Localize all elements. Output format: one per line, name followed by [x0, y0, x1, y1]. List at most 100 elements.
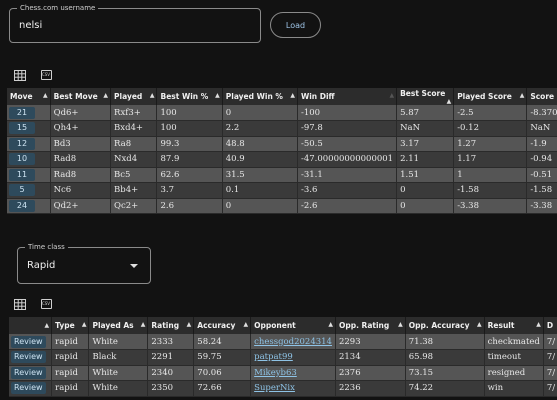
table-cell: Bc5: [110, 167, 158, 183]
sort-arrow-icon[interactable]: ▲: [43, 92, 48, 99]
column-header[interactable]: Win Diff ▲: [297, 88, 398, 105]
sort-arrow-icon[interactable]: ▲: [536, 321, 541, 328]
sort-arrow-icon[interactable]: ▲: [45, 322, 50, 329]
table-cell: -97.8: [297, 120, 398, 137]
chevron-down-icon: [130, 264, 138, 268]
column-header-label: Win Diff: [300, 92, 335, 101]
column-header[interactable]: Played Win % ▲: [222, 88, 298, 105]
table-cell: 72.66: [193, 380, 252, 397]
sort-arrow-icon[interactable]: ▲: [398, 321, 403, 328]
table-cell: 40.9: [222, 151, 298, 168]
column-header[interactable]: Played ▲: [110, 88, 158, 105]
table-cell: 74.22: [405, 380, 485, 397]
sort-arrow-icon[interactable]: ▲: [150, 92, 155, 99]
review-button[interactable]: Review: [11, 382, 46, 395]
move-number-button[interactable]: 24: [9, 199, 35, 212]
table-cell: 59.75: [193, 349, 252, 366]
table-cell: -2.5: [453, 105, 528, 121]
table-cell: 0.1: [222, 182, 298, 199]
username-field[interactable]: Chess.com username nelsi: [9, 3, 261, 43]
column-header[interactable]: Best Win % ▲: [156, 88, 223, 105]
table-cell: -0.94: [526, 151, 557, 168]
opponent-link[interactable]: SuperNix: [254, 383, 295, 393]
column-header[interactable]: Played Score ▲: [453, 88, 528, 105]
column-header[interactable]: Score▲: [526, 88, 557, 105]
column-header[interactable]: Opponent ▲: [250, 317, 336, 334]
sort-arrow-icon[interactable]: ▲: [389, 92, 394, 99]
time-class-select[interactable]: Time class Rapid: [17, 242, 151, 284]
table-cell: patpat99: [250, 349, 336, 366]
column-header-label: Type: [55, 321, 75, 330]
column-header[interactable]: ▲: [9, 317, 53, 334]
column-header[interactable]: Played As ▲: [88, 317, 149, 334]
column-header[interactable]: Best Move ▲: [50, 88, 112, 105]
table-cell: 1.27: [453, 136, 528, 152]
csv-export-icon[interactable]: CSV: [39, 298, 53, 310]
table-cell: SuperNix: [250, 380, 336, 397]
table-cell: -1.9: [526, 136, 557, 152]
sort-arrow-icon[interactable]: ▲: [141, 321, 146, 328]
sort-arrow-icon[interactable]: ▲: [447, 98, 452, 105]
table-cell: 71.38: [405, 334, 485, 350]
table-cell: Nc6: [50, 182, 112, 199]
sort-arrow-icon[interactable]: ▲: [290, 92, 295, 99]
table-icon[interactable]: [13, 69, 27, 81]
table-cell: 70.06: [193, 365, 252, 381]
move-number-button[interactable]: 10: [9, 153, 35, 166]
table-cell: 99.3: [156, 136, 223, 152]
column-header[interactable]: Move ▲: [7, 88, 51, 105]
column-header-label: Played Score: [457, 92, 512, 101]
column-header[interactable]: Type ▲: [51, 317, 90, 334]
table-cell: 0: [222, 105, 298, 121]
table-cell: 10: [7, 151, 51, 168]
sort-arrow-icon[interactable]: ▲: [82, 321, 87, 328]
table-cell: Qh4+: [50, 120, 112, 137]
column-header[interactable]: Result ▲: [484, 317, 544, 334]
sort-arrow-icon[interactable]: ▲: [477, 321, 482, 328]
table-cell: 12: [7, 136, 51, 152]
review-button[interactable]: Review: [11, 351, 46, 364]
sort-arrow-icon[interactable]: ▲: [187, 321, 192, 328]
opponent-link[interactable]: patpat99: [254, 352, 293, 362]
moves-toolbar: CSV: [13, 69, 53, 81]
table-row: 21 Qd6+Rxf3+1000-1005.87-2.5-8.3700: [7, 105, 557, 121]
sort-arrow-icon[interactable]: ▲: [103, 92, 108, 99]
table-row: 5 Nc6 Bb4+ 3.7 0.1 -3.6 0 -1.58 -1.58: [7, 182, 557, 199]
csv-export-icon[interactable]: CSV: [39, 69, 53, 81]
sort-arrow-icon[interactable]: ▲: [328, 321, 333, 328]
table-cell: 87.9: [156, 151, 223, 168]
move-number-button[interactable]: 15: [9, 122, 35, 135]
username-input[interactable]: nelsi: [19, 20, 42, 31]
move-number-button[interactable]: 11: [9, 168, 35, 181]
column-header[interactable]: D: [543, 317, 557, 334]
table-cell: 7/: [543, 380, 557, 397]
column-header-label: Move: [10, 92, 33, 101]
review-button[interactable]: Review: [11, 335, 46, 348]
column-header-label: Best Move: [53, 92, 98, 101]
table-cell: 11: [7, 167, 51, 183]
table-cell: Review: [9, 365, 53, 381]
column-header[interactable]: Opp. Rating ▲: [335, 317, 406, 334]
column-header[interactable]: Rating ▲: [147, 317, 195, 334]
load-button[interactable]: Load: [270, 12, 321, 38]
column-header[interactable]: Opp. Accuracy ▲: [405, 317, 485, 334]
sort-arrow-icon[interactable]: ▲: [520, 92, 525, 99]
table-cell: 2.2: [222, 120, 298, 137]
opponent-link[interactable]: chessgod2024314: [254, 337, 332, 347]
move-number-button[interactable]: 5: [9, 184, 35, 197]
sort-arrow-icon[interactable]: ▲: [244, 321, 249, 328]
username-label: Chess.com username: [17, 3, 99, 13]
moves-table: Move ▲ Best Move ▲ Played ▲ Best Win % ▲ Played …: [7, 88, 557, 214]
table-cell: 7/: [543, 365, 557, 381]
move-number-button[interactable]: 12: [9, 137, 35, 150]
sort-arrow-icon[interactable]: ▲: [215, 92, 220, 99]
column-header[interactable]: Best Score ▲: [396, 88, 455, 105]
table-cell: 48.8: [222, 136, 298, 152]
column-header[interactable]: Accuracy ▲: [193, 317, 252, 334]
table-cell: 2291: [147, 349, 195, 366]
move-number-button[interactable]: 21: [9, 106, 35, 119]
table-icon[interactable]: [13, 298, 27, 310]
review-button[interactable]: Review: [11, 366, 46, 379]
table-cell: 2.11: [396, 151, 455, 168]
opponent-link[interactable]: Mikeyb63: [254, 368, 297, 378]
